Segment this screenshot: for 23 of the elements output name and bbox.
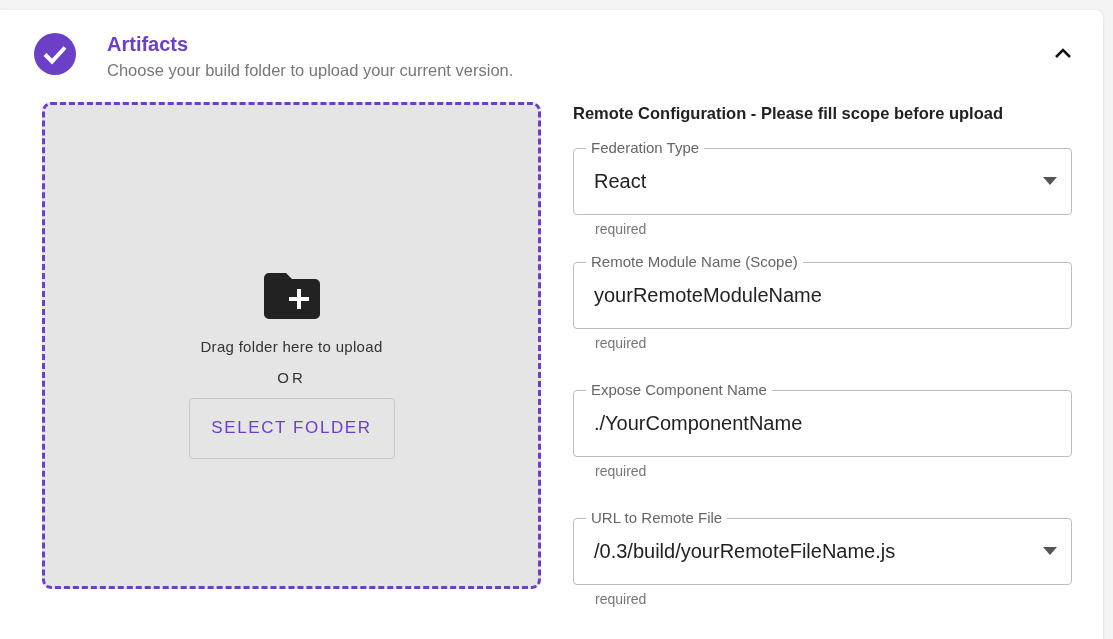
input-field[interactable]: Remote Module Name (Scope) yourRemoteModuleName bbox=[573, 254, 1072, 329]
field-label: Remote Module Name (Scope) bbox=[590, 254, 799, 270]
caret-icon bbox=[1043, 547, 1057, 555]
or-separator: OR bbox=[277, 368, 306, 386]
folder-plus-icon bbox=[263, 272, 320, 319]
drop-prompt: Drag folder here to upload bbox=[200, 337, 383, 355]
form-heading: Remote Configuration - Please fill scope before upload bbox=[573, 104, 1004, 123]
caret-icon bbox=[1043, 177, 1057, 185]
drop-zone[interactable]: Drag folder here to upload OR SELECT FOLDER bbox=[42, 102, 541, 589]
section-title: Artifacts bbox=[107, 32, 190, 56]
field-label: URL to Remote File bbox=[590, 510, 724, 526]
helper-text: required bbox=[595, 335, 648, 351]
dropdown-field[interactable]: URL to Remote File /0.3/build/yourRemoteFileName.js bbox=[573, 510, 1072, 585]
select-folder-button[interactable]: SELECT FOLDER bbox=[188, 397, 395, 459]
helper-text: required bbox=[595, 591, 648, 607]
chevron-icon[interactable] bbox=[1054, 47, 1072, 59]
helper-text: required bbox=[595, 221, 648, 237]
field-label: Expose Component Name bbox=[590, 382, 768, 398]
dropdown-field[interactable]: Federation Type React bbox=[573, 140, 1072, 215]
input-field[interactable]: Expose Component Name ./YourComponentName bbox=[573, 382, 1072, 457]
helper-text: required bbox=[595, 463, 648, 479]
field-label: Federation Type bbox=[590, 140, 701, 156]
section-subtitle: Choose your build folder to upload your current version. bbox=[107, 61, 515, 80]
